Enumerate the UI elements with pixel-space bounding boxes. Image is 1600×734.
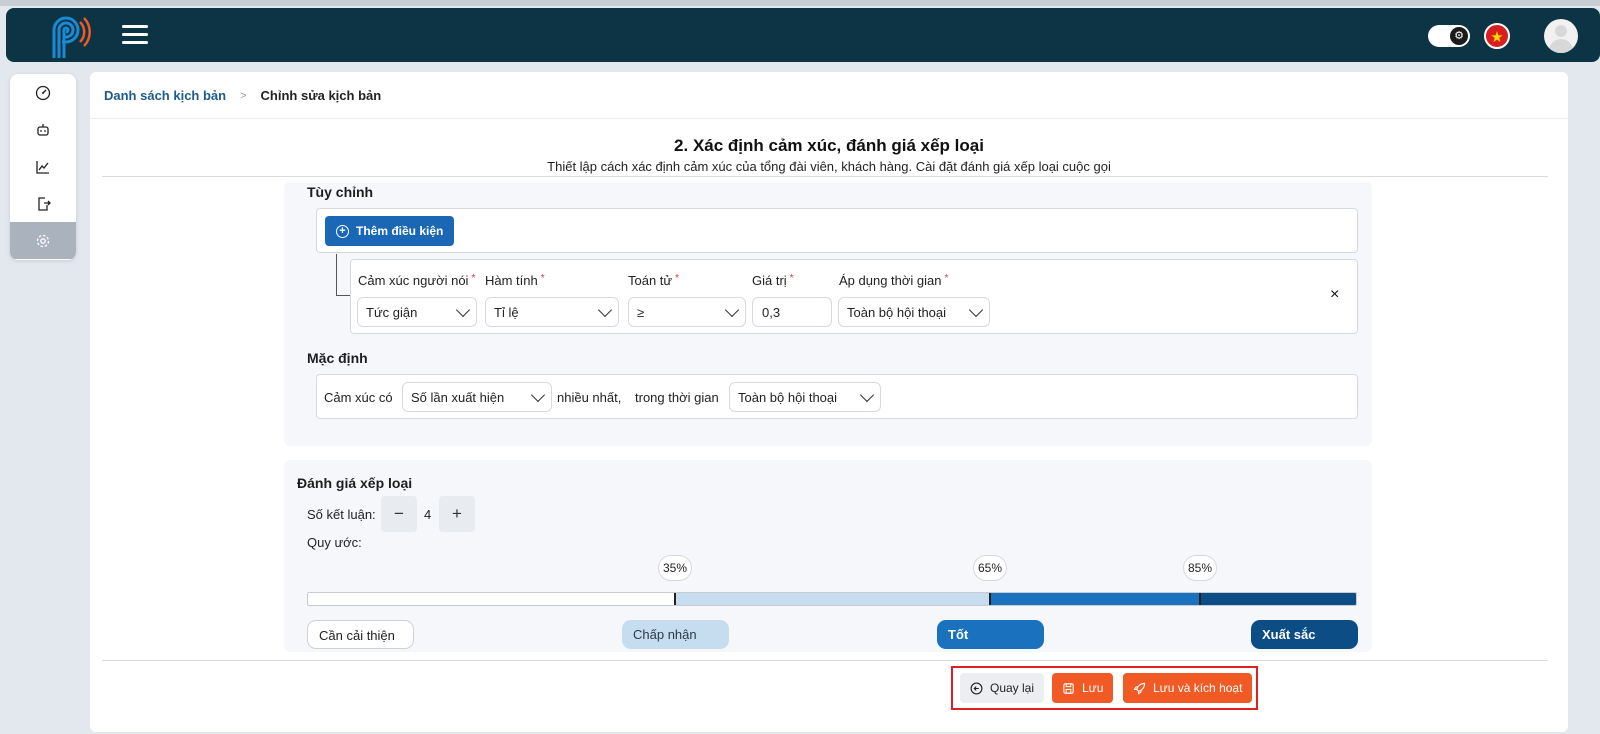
conclusion-count-label: Số kết luận:: [307, 507, 376, 522]
threshold-badge[interactable]: 85%: [1183, 555, 1217, 581]
add-condition-label: Thêm điều kiện: [356, 224, 444, 238]
grade-excellent[interactable]: Xuất sắc: [1251, 620, 1358, 649]
chevron-down-icon: [859, 387, 875, 402]
segment-good: [990, 593, 1200, 605]
grade-needs-improvement[interactable]: Cần cải thiện: [307, 620, 414, 649]
time-apply-label: Áp dụng thời gian *: [839, 273, 949, 288]
header-divider: [90, 118, 1568, 119]
rocket-icon: [1133, 682, 1146, 695]
segment-excellent: [1200, 593, 1356, 605]
tree-connector: [336, 254, 337, 296]
chevron-down-icon: [597, 302, 613, 317]
breadcrumb-current: Chỉnh sửa kịch bản: [260, 88, 382, 103]
conclusion-count-value: 4: [424, 507, 432, 522]
save-and-activate-button[interactable]: Lưu và kích hoạt: [1123, 673, 1253, 703]
browser-top-strip: [0, 0, 1600, 6]
threshold-badge[interactable]: 65%: [973, 555, 1007, 581]
arrow-left-circle-icon: [970, 682, 983, 694]
top-navigation-bar: ⚙ ★: [6, 8, 1600, 62]
decrement-button[interactable]: −: [381, 496, 417, 532]
section-divider: [102, 176, 1548, 177]
segment-acceptable: [675, 593, 990, 605]
grade-acceptable[interactable]: Chấp nhận: [622, 620, 729, 649]
grading-scale-bar: [307, 592, 1357, 606]
time-apply-select[interactable]: Toàn bộ hội thoại: [838, 297, 990, 327]
threshold-handle[interactable]: [989, 593, 991, 605]
file-export-icon: [38, 196, 51, 211]
add-condition-box: + Thêm điều kiện: [316, 208, 1358, 253]
default-prefix-text: Cảm xúc có: [324, 390, 393, 405]
main-content: Danh sách kịch bản > Chỉnh sửa kịch bản …: [90, 72, 1568, 732]
function-select[interactable]: Tỉ lệ: [485, 297, 619, 327]
save-button[interactable]: Lưu: [1052, 673, 1114, 703]
tree-connector-branch: [336, 295, 350, 296]
page-title: 2. Xác định cảm xúc, đánh giá xếp loại: [674, 136, 984, 155]
threshold-handle[interactable]: [674, 593, 676, 605]
chevron-down-icon: [724, 302, 740, 317]
gear-icon: ⚙: [1450, 27, 1468, 45]
back-button[interactable]: Quay lại: [960, 673, 1045, 703]
plus-circle-icon: +: [336, 224, 349, 238]
default-time-prefix-text: trong thời gian: [635, 390, 719, 405]
sidebar-item-dashboard[interactable]: [10, 74, 76, 111]
speaker-emotion-label: Cảm xúc người nói *: [358, 273, 476, 288]
grading-title: Đánh giá xếp loại: [297, 475, 413, 491]
threshold-badge[interactable]: 35%: [658, 555, 692, 581]
custom-section-label: Tùy chỉnh: [307, 184, 374, 200]
settings-gear-icon: [36, 234, 50, 247]
dashboard-gauge-icon: [35, 85, 51, 100]
chevron-down-icon: [968, 302, 984, 317]
menu-toggle-icon[interactable]: [122, 25, 148, 45]
value-input[interactable]: 0,3: [752, 297, 832, 327]
footer-divider: [102, 660, 1548, 661]
sidebar-item-settings[interactable]: [10, 222, 76, 259]
breadcrumb: Danh sách kịch bản > Chỉnh sửa kịch bản: [104, 88, 381, 103]
remove-condition-icon[interactable]: ×: [1330, 286, 1339, 304]
line-chart-icon: [36, 160, 49, 174]
chevron-down-icon: [530, 387, 546, 402]
breadcrumb-link-list[interactable]: Danh sách kịch bản: [104, 88, 226, 103]
default-middle-text: nhiều nhất,: [557, 390, 622, 405]
robot-icon: [37, 123, 49, 136]
default-time-select[interactable]: Toàn bộ hội thoại: [729, 382, 881, 412]
user-avatar[interactable]: [1544, 19, 1578, 53]
threshold-handle[interactable]: [1199, 593, 1201, 605]
operator-label: Toán tử *: [628, 273, 680, 288]
p-signal-logo[interactable]: [44, 14, 92, 62]
sidebar: [10, 74, 76, 260]
theme-toggle[interactable]: ⚙: [1428, 25, 1470, 47]
add-condition-button[interactable]: + Thêm điều kiện: [325, 216, 455, 246]
sidebar-item-bot[interactable]: [10, 111, 76, 148]
metric-select[interactable]: Số lần xuất hiện: [402, 382, 552, 412]
chevron-down-icon: [455, 302, 471, 317]
value-label: Giá trị *: [752, 273, 794, 288]
default-section-label: Mặc định: [307, 350, 368, 366]
save-icon: [1063, 682, 1074, 694]
sidebar-item-analytics[interactable]: [10, 148, 76, 185]
grade-good[interactable]: Tốt: [937, 620, 1044, 649]
chevron-right-icon: >: [240, 89, 247, 102]
sidebar-item-export[interactable]: [10, 185, 76, 222]
convention-label: Quy ước:: [307, 535, 362, 550]
operator-select[interactable]: ≥: [628, 297, 746, 327]
function-label: Hàm tính *: [485, 273, 545, 288]
increment-button[interactable]: +: [439, 496, 475, 532]
segment-needs-improvement: [308, 593, 675, 605]
page-subtitle: Thiết lập cách xác định cảm xúc của tổng…: [547, 159, 1111, 174]
speaker-emotion-select[interactable]: Tức giận: [357, 297, 477, 327]
vietnam-flag-icon[interactable]: ★: [1484, 23, 1510, 49]
